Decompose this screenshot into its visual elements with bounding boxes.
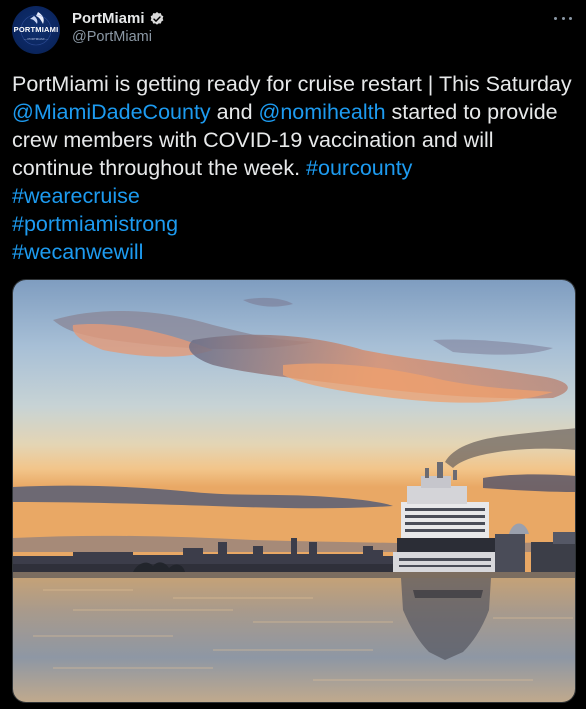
verified-badge-icon [150,11,163,25]
sunset-cruise-ship-image [13,280,575,702]
tweet-text-start: PortMiami is getting ready for cruise re… [12,72,572,96]
hashtag-wearecruise[interactable]: #wearecruise [12,184,140,208]
tweet-header: PORTMIAMI — PORTMIAMI — PortMiami @PortM… [12,6,574,58]
tweet-text-mid: and [210,100,259,124]
more-dot [561,16,565,20]
tweet-photo[interactable] [12,279,576,703]
avatar[interactable]: PORTMIAMI — PORTMIAMI — [12,6,60,54]
author-names: PortMiami @PortMiami [72,10,165,45]
more-dot [554,16,557,20]
more-icon[interactable] [554,12,572,24]
avatar-logo-subtext: — PORTMIAMI — [23,37,49,41]
more-dot [569,16,572,20]
avatar-logo-text: PORTMIAMI [13,25,59,34]
display-name-row: PortMiami [72,10,165,27]
tweet-text: PortMiami is getting ready for cruise re… [12,70,580,266]
hashtag-portmiamistrong[interactable]: #portmiamistrong [12,212,178,236]
mention-nomihealth[interactable]: @nomihealth [259,100,386,124]
hashtag-ourcounty[interactable]: #ourcounty [306,156,412,180]
hashtag-wecanwewill[interactable]: #wecanwewill [12,240,143,264]
tweet: PORTMIAMI — PORTMIAMI — PortMiami @PortM… [0,0,586,709]
mention-miamidadecounty[interactable]: @MiamiDadeCounty [12,100,211,124]
author-handle[interactable]: @PortMiami [72,29,165,45]
display-name[interactable]: PortMiami [72,10,145,27]
